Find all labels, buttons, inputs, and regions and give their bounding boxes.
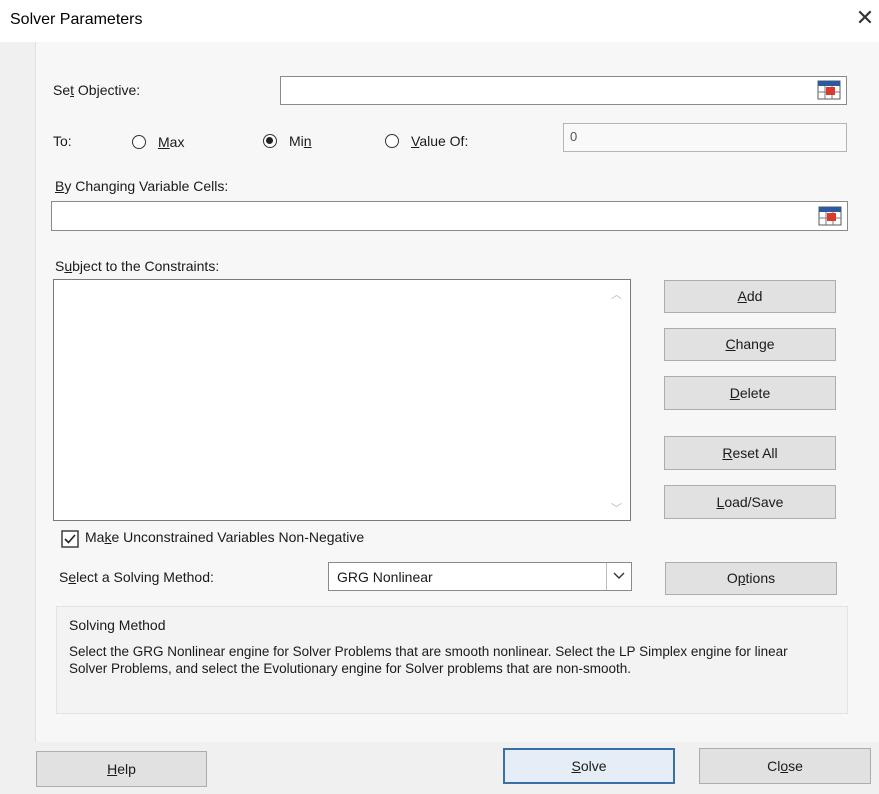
min-radio-circle[interactable] [263, 134, 277, 148]
value-of-field[interactable]: 0 [563, 123, 847, 152]
constraints-label: Subject to the Constraints: [55, 258, 220, 274]
value-of-radio-label: Value Of: [411, 133, 469, 149]
solving-method-value: GRG Nonlinear [337, 569, 433, 585]
info-heading: Solving Method [69, 617, 166, 633]
max-radio-circle[interactable] [132, 135, 146, 149]
min-radio-label: Min [289, 133, 312, 149]
close-button[interactable]: Close [699, 748, 871, 784]
constraints-list[interactable]: ︿ ﹀ [53, 279, 631, 521]
dropdown-button[interactable] [606, 563, 631, 590]
chevron-down-icon [613, 572, 625, 579]
checkbox-checked-icon[interactable] [61, 530, 79, 548]
cell-reference-icon[interactable] [818, 206, 842, 226]
to-label: To: [53, 133, 72, 149]
nonneg-checkbox[interactable]: Make Unconstrained Variables Non-Negativ… [61, 528, 421, 550]
changing-cells-label: By Changing Variable Cells: [55, 178, 229, 194]
close-icon[interactable]: ✕ [851, 4, 879, 32]
value-of-radio-circle[interactable] [385, 134, 399, 148]
load-save-button[interactable]: Load/Save [664, 485, 836, 519]
reset-all-button[interactable]: Reset All [664, 436, 836, 470]
value-of-radio[interactable]: Value Of: [385, 133, 495, 151]
solve-button[interactable]: Solve [503, 748, 675, 784]
set-objective-field[interactable] [280, 76, 847, 105]
value-of-value: 0 [570, 129, 578, 144]
delete-button[interactable]: Delete [664, 376, 836, 410]
nonneg-label: Make Unconstrained Variables Non-Negativ… [85, 529, 365, 545]
dialog-title: Solver Parameters [10, 11, 143, 28]
set-objective-label: Set Objective: [53, 82, 141, 98]
help-button[interactable]: Help [36, 751, 207, 787]
max-radio[interactable]: Max [132, 134, 202, 152]
solving-method-select[interactable]: GRG Nonlinear [328, 562, 632, 591]
solving-method-label: Select a Solving Method: [59, 569, 214, 585]
solving-method-info: Solving Method Select the GRG Nonlinear … [56, 606, 848, 714]
changing-cells-field[interactable] [51, 201, 848, 231]
change-button[interactable]: Change [664, 328, 836, 361]
min-radio[interactable]: Min [263, 133, 333, 151]
add-button[interactable]: Add [664, 280, 836, 313]
scroll-down-icon[interactable]: ﹀ [611, 500, 622, 516]
cell-reference-icon[interactable] [817, 80, 841, 100]
info-text: Select the GRG Nonlinear engine for Solv… [69, 644, 788, 676]
scroll-up-icon[interactable]: ︿ [611, 286, 622, 302]
max-radio-label: Max [158, 134, 185, 150]
options-button[interactable]: Options [665, 562, 837, 595]
